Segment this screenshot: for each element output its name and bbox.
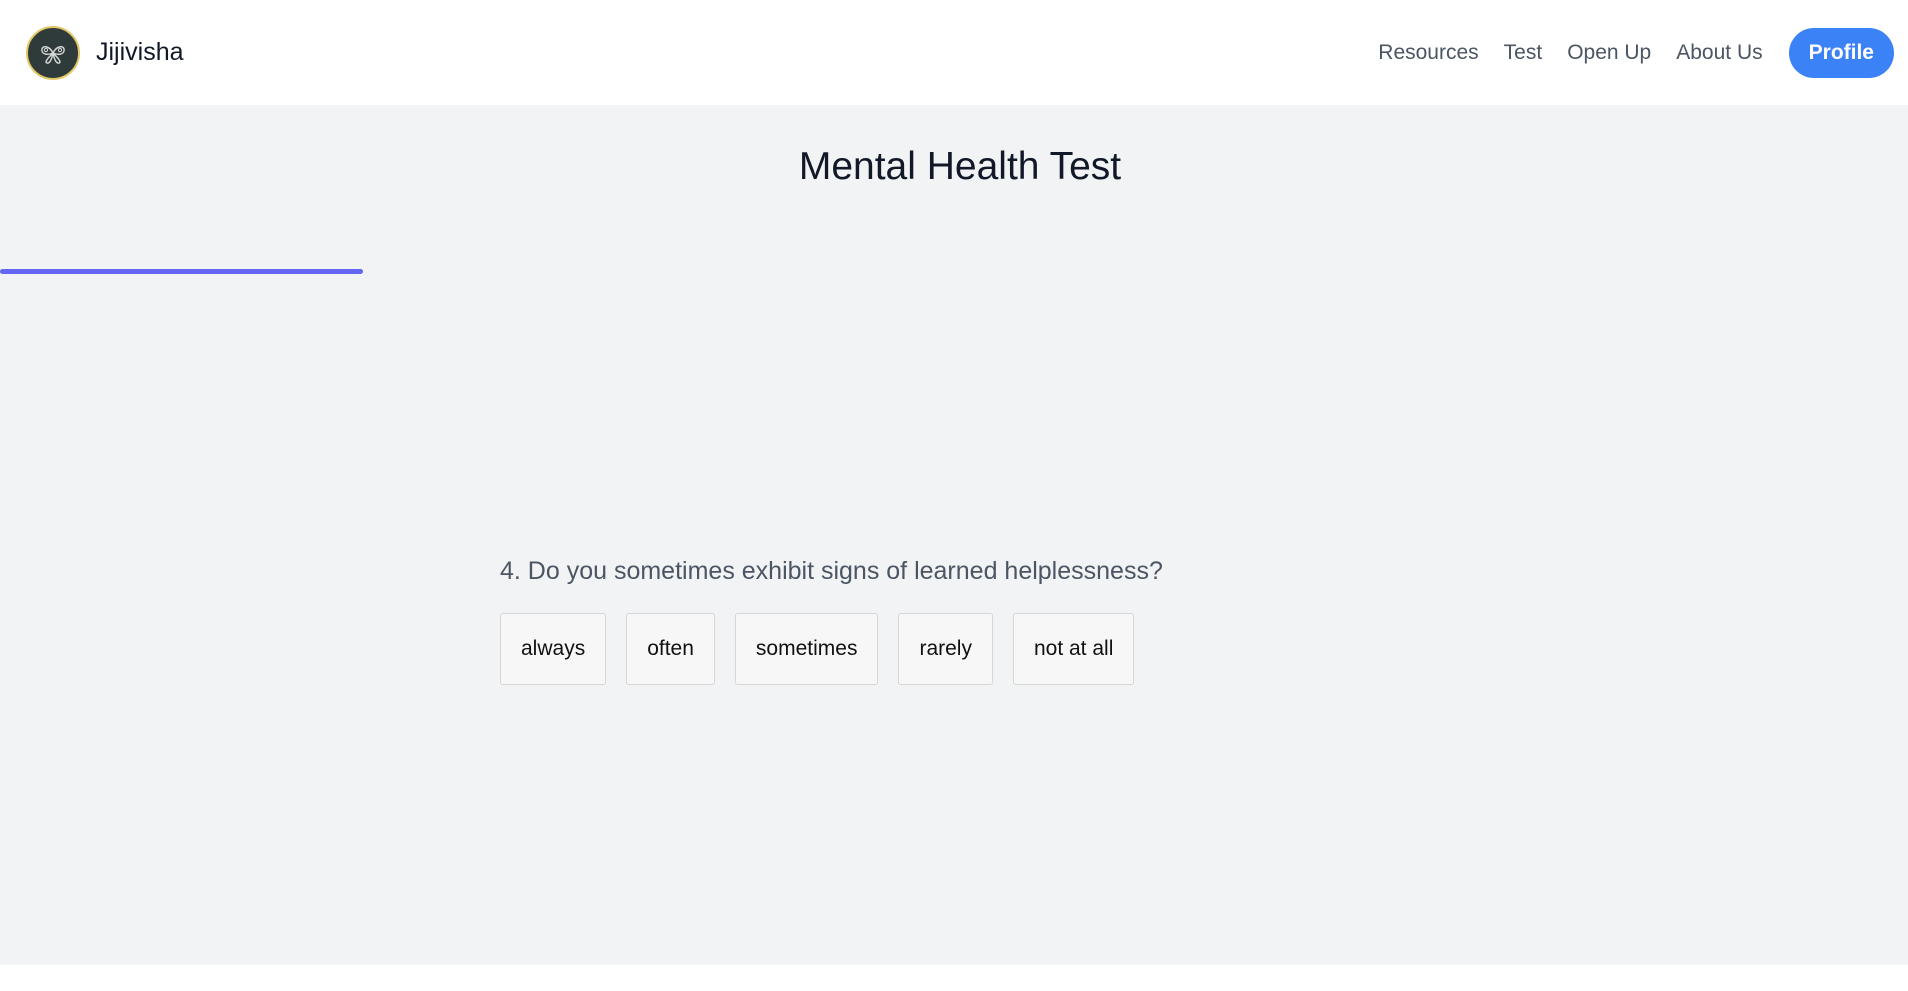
progress-fill bbox=[0, 269, 363, 274]
profile-button[interactable]: Profile bbox=[1788, 27, 1894, 78]
nav-resources[interactable]: Resources bbox=[1378, 41, 1478, 65]
top-navbar: Jijivisha Resources Test Open Up About U… bbox=[0, 0, 1908, 105]
option-rarely[interactable]: rarely bbox=[898, 613, 993, 685]
option-sometimes[interactable]: sometimes bbox=[734, 613, 879, 685]
nav-open-up[interactable]: Open Up bbox=[1567, 41, 1651, 65]
page-title: Mental Health Test bbox=[798, 145, 1122, 188]
nav-about-us[interactable]: About Us bbox=[1676, 41, 1762, 65]
test-page: Mental Health Test 4. Do you sometimes e… bbox=[0, 105, 1908, 965]
progress-bar bbox=[0, 269, 1908, 274]
answer-options: always often sometimes rarely not at all bbox=[500, 613, 1135, 685]
option-often[interactable]: often bbox=[626, 613, 715, 685]
butterfly-icon bbox=[26, 25, 80, 80]
brand[interactable]: Jijivisha bbox=[26, 25, 184, 80]
option-always[interactable]: always bbox=[500, 613, 607, 685]
question-text: 4. Do you sometimes exhibit signs of lea… bbox=[500, 557, 1163, 585]
nav-test[interactable]: Test bbox=[1504, 41, 1543, 65]
main-nav: Resources Test Open Up About Us Profile bbox=[1378, 27, 1894, 78]
brand-name: Jijivisha bbox=[96, 38, 184, 66]
option-not-at-all[interactable]: not at all bbox=[1012, 613, 1135, 685]
